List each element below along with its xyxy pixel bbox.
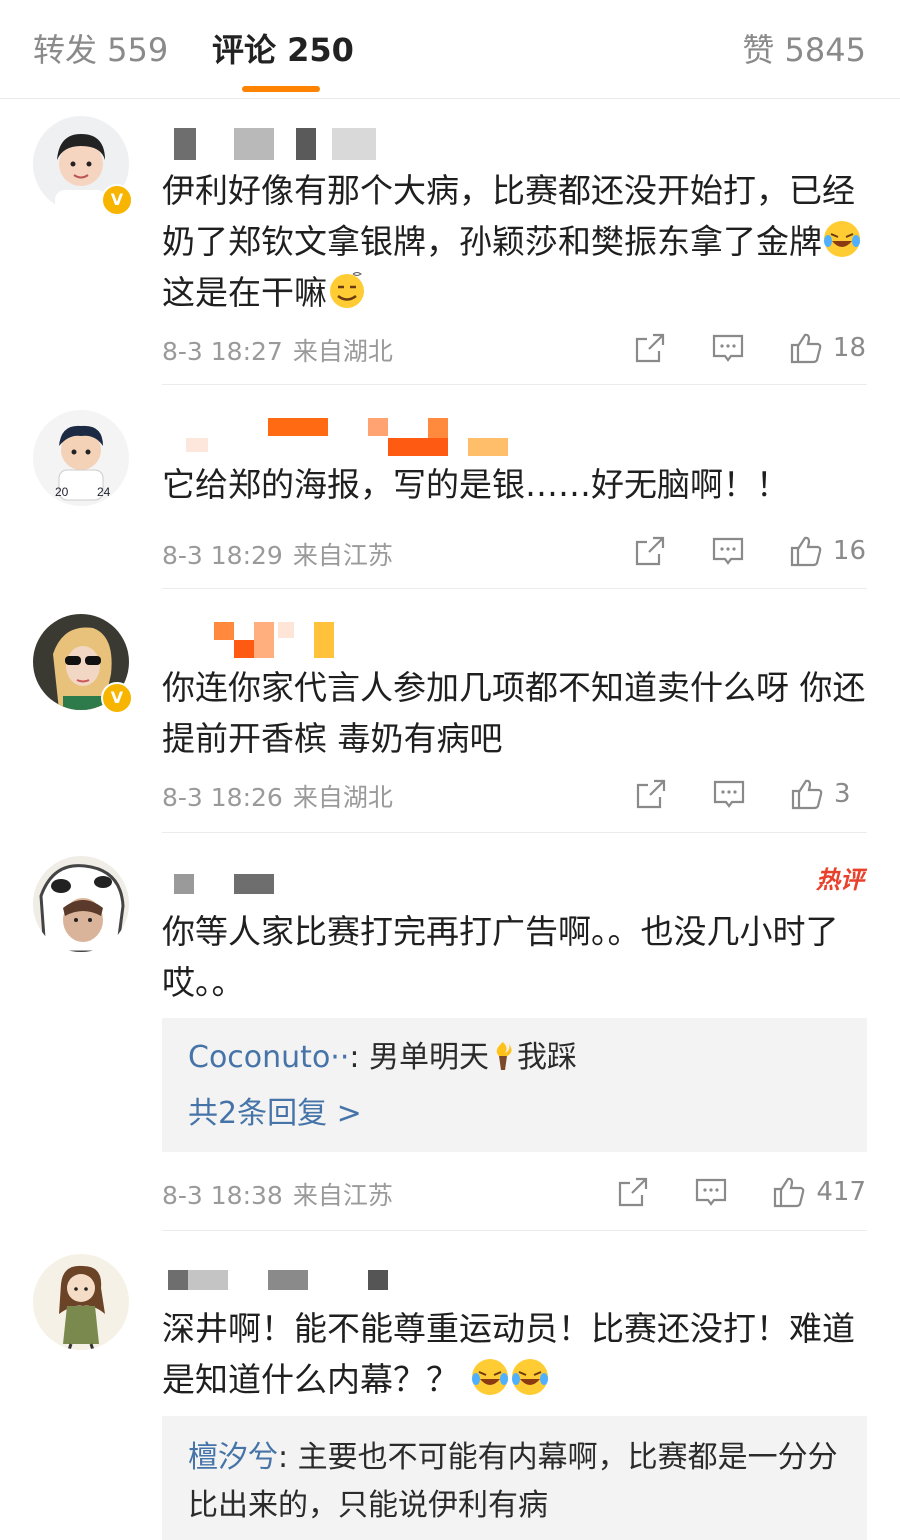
comment-meta: 8-3 18:27 来自湖北 [162, 332, 393, 368]
dizzy-smile-emoji-icon [330, 272, 364, 308]
reply-username[interactable]: 檀汐兮 [188, 1440, 278, 1475]
comment-text: 你连你家代言人参加几项都不知道卖什么呀 你还提前开香槟 毒奶有病吧 [162, 668, 866, 758]
laugh-cry-emoji-icon [471, 1359, 508, 1395]
comment-icon[interactable] [694, 1175, 728, 1209]
username-obscured[interactable] [162, 1270, 392, 1290]
share-icon[interactable] [633, 331, 667, 365]
reply-text: 我踩 [517, 1040, 578, 1075]
location: 来自湖北 [292, 783, 393, 812]
location: 来自江苏 [292, 541, 393, 570]
like-count: 16 [832, 536, 866, 566]
verified-badge-icon: V [101, 682, 133, 714]
laugh-cry-emoji-icon [511, 1359, 548, 1395]
divider [162, 1230, 867, 1231]
comment-text: 它给郑的海报，写的是银……好无脑啊！！ [162, 465, 789, 504]
share-icon[interactable] [616, 1175, 650, 1209]
divider [162, 384, 867, 385]
tab-repost[interactable]: 转发 559 [33, 30, 168, 70]
like-count: 3 [834, 779, 851, 809]
comment-icon[interactable] [711, 534, 745, 568]
timestamp: 8-3 18:26 [162, 783, 283, 812]
comment-meta: 8-3 18:26 来自湖北 [162, 778, 393, 814]
avatar[interactable] [33, 856, 129, 952]
username-obscured[interactable] [162, 128, 377, 160]
comment-text: 伊利好像有那个大病，比赛都还没开始打，已经奶了郑钦文拿银牌，孙颖莎和樊振东拿了金… [162, 165, 872, 318]
comment-meta: 8-3 18:38 来自江苏 [162, 1176, 393, 1212]
thumbs-up-icon[interactable] [789, 331, 823, 365]
reply-item: Coconuto··: 男单明天 我踩 [188, 1040, 578, 1075]
laugh-cry-emoji-icon [824, 221, 860, 257]
comment-tabs: 转发 559 评论 250 赞 5845 [0, 0, 900, 99]
comment-meta: 8-3 18:29 来自江苏 [162, 536, 393, 572]
avatar[interactable] [33, 1254, 129, 1350]
view-all-replies-link[interactable]: 共2条回复 > [188, 1094, 362, 1134]
thumbs-up-icon[interactable] [772, 1175, 806, 1209]
share-icon[interactable] [633, 534, 667, 568]
active-tab-indicator [242, 86, 320, 92]
like-count: 417 [816, 1177, 866, 1207]
location: 来自江苏 [292, 1181, 393, 1210]
thumbs-up-icon[interactable] [789, 534, 823, 568]
like-count: 18 [832, 333, 866, 363]
comment-actions: 3 [634, 774, 866, 814]
tab-likes[interactable]: 赞 5845 [742, 30, 866, 70]
comment-actions: 16 [633, 531, 866, 571]
reply-text: 主要也不可能有内幕啊，比赛都是一分分比出来的，只能说伊利有病 [188, 1440, 838, 1523]
reply-text: 男单明天 [369, 1040, 490, 1075]
avatar[interactable]: 20 24 [33, 410, 129, 506]
share-icon[interactable] [634, 777, 668, 811]
timestamp: 8-3 18:29 [162, 541, 283, 570]
username-obscured[interactable] [162, 874, 282, 894]
reply-username[interactable]: Coconuto·· [188, 1040, 349, 1075]
timestamp: 8-3 18:27 [162, 337, 283, 366]
reply-preview-box[interactable]: Coconuto··: 男单明天 我踩 共2条回复 > [162, 1018, 867, 1152]
reply-item: 檀汐兮: 主要也不可能有内幕啊，比赛都是一分分比出来的，只能说伊利有病 [188, 1440, 838, 1523]
comment-text: 深井啊！能不能尊重运动员！比赛还没打！难道是知道什么内幕？？ [162, 1309, 855, 1399]
username-obscured[interactable] [162, 622, 342, 658]
comment-actions: 417 [616, 1172, 866, 1212]
verified-badge-icon: V [101, 184, 133, 216]
username-obscured[interactable] [162, 418, 512, 456]
svg-text:24: 24 [97, 485, 111, 499]
divider [162, 832, 867, 833]
location: 来自湖北 [292, 337, 393, 366]
hot-comment-badge: 热评 [816, 866, 864, 894]
reply-preview-box[interactable]: 檀汐兮: 主要也不可能有内幕啊，比赛都是一分分比出来的，只能说伊利有病 [162, 1416, 867, 1540]
torch-emoji-icon [496, 1042, 512, 1070]
comment-icon[interactable] [711, 331, 745, 365]
comment-text: 你等人家比赛打完再打广告啊。。也没几小时了哎。。 [162, 912, 839, 1002]
comment-actions: 18 [633, 328, 866, 368]
timestamp: 8-3 18:38 [162, 1181, 283, 1210]
comment-icon[interactable] [712, 777, 746, 811]
thumbs-up-icon[interactable] [790, 777, 824, 811]
tab-comments[interactable]: 评论 250 [212, 30, 354, 70]
svg-text:20: 20 [55, 485, 69, 499]
divider [162, 588, 867, 589]
